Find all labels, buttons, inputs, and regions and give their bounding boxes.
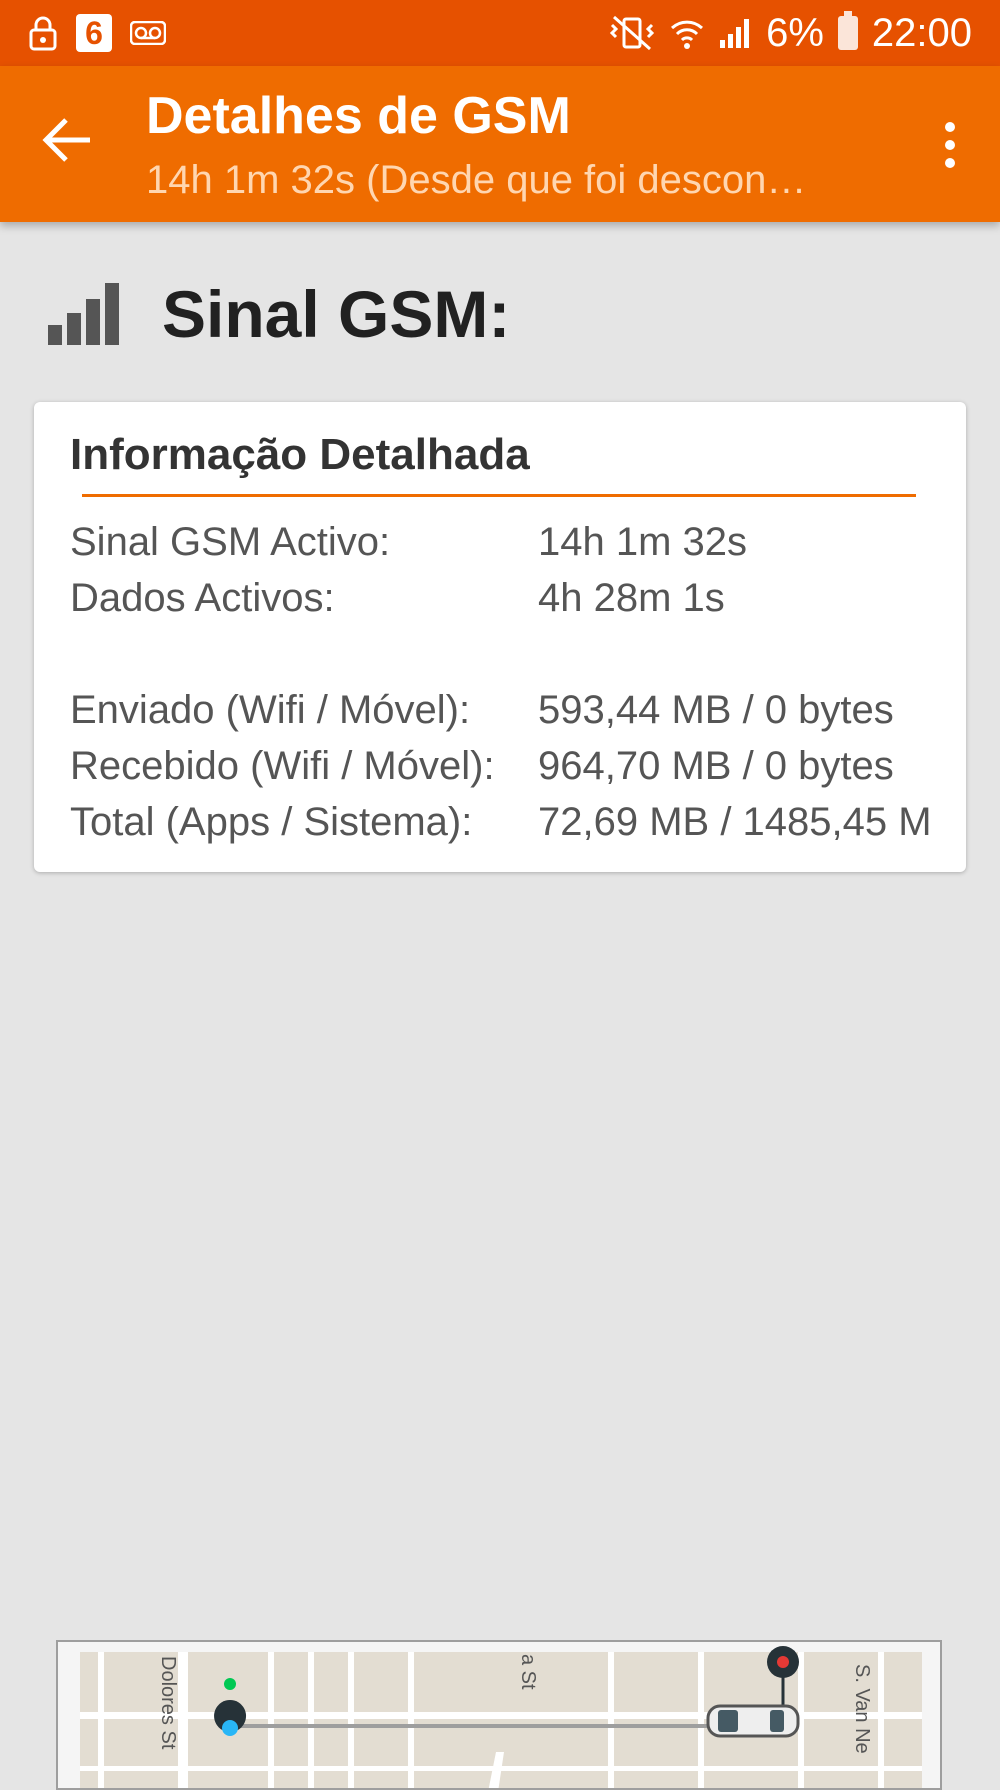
info-value: 4h 28m 1s xyxy=(538,576,725,620)
map-illustration: Dolores St a St S. Van Ne xyxy=(80,1646,922,1788)
app-bar: Detalhes de GSM 14h 1m 32s (Desde que fo… xyxy=(0,66,1000,222)
info-value: 593,44 MB / 0 bytes xyxy=(538,688,894,732)
lock-icon xyxy=(29,16,57,51)
info-row: Dados Activos: 4h 28m 1s xyxy=(70,576,725,621)
back-arrow-icon xyxy=(42,118,90,162)
info-row: Enviado (Wifi / Móvel): 593,44 MB / 0 by… xyxy=(70,688,894,733)
divider xyxy=(82,494,916,497)
info-value: 964,70 MB / 0 bytes xyxy=(538,744,894,788)
map-ad-banner[interactable]: Dolores St a St S. Van Ne xyxy=(56,1640,942,1790)
battery-percent: 6% xyxy=(766,11,824,55)
more-vert-icon xyxy=(945,122,955,168)
section-title: Sinal GSM: xyxy=(162,277,511,351)
info-value: 72,69 MB / 1485,45 M xyxy=(538,800,932,844)
overflow-menu-button[interactable] xyxy=(940,120,960,170)
info-row: Total (Apps / Sistema): 72,69 MB / 1485,… xyxy=(70,800,932,845)
info-value: 14h 1m 32s xyxy=(538,520,748,564)
signal-bars-icon xyxy=(48,283,119,345)
notification-badge: 6 xyxy=(76,14,112,52)
info-row: Recebido (Wifi / Móvel): 964,70 MB / 0 b… xyxy=(70,744,894,789)
detailed-info-card: Informação Detalhada Sinal GSM Activo: 1… xyxy=(34,402,966,872)
voicemail-icon xyxy=(130,21,166,45)
wifi-icon xyxy=(671,20,704,49)
street-label: a St xyxy=(517,1654,539,1690)
info-row: Sinal GSM Activo: 14h 1m 32s xyxy=(70,520,747,565)
back-button[interactable] xyxy=(38,110,98,170)
page-subtitle: 14h 1m 32s (Desde que foi descon… xyxy=(146,158,807,202)
signal-icon xyxy=(720,19,750,48)
status-bar: 6 6% 22:00 xyxy=(0,0,1000,66)
car-icon xyxy=(706,1704,800,1738)
info-label: Total (Apps / Sistema): xyxy=(70,800,473,844)
vibrate-icon xyxy=(609,15,655,51)
clock: 22:00 xyxy=(871,11,972,55)
card-title: Informação Detalhada xyxy=(70,430,530,479)
info-label: Recebido (Wifi / Móvel): xyxy=(70,744,495,788)
info-label: Dados Activos: xyxy=(70,576,335,620)
info-label: Sinal GSM Activo: xyxy=(70,520,391,564)
page-title: Detalhes de GSM xyxy=(146,87,571,145)
battery-icon xyxy=(837,11,858,50)
info-label: Enviado (Wifi / Móvel): xyxy=(70,688,471,732)
street-label: Dolores St xyxy=(157,1656,179,1750)
street-label: S. Van Ne xyxy=(851,1664,873,1754)
section-header: Sinal GSM: xyxy=(46,276,510,352)
